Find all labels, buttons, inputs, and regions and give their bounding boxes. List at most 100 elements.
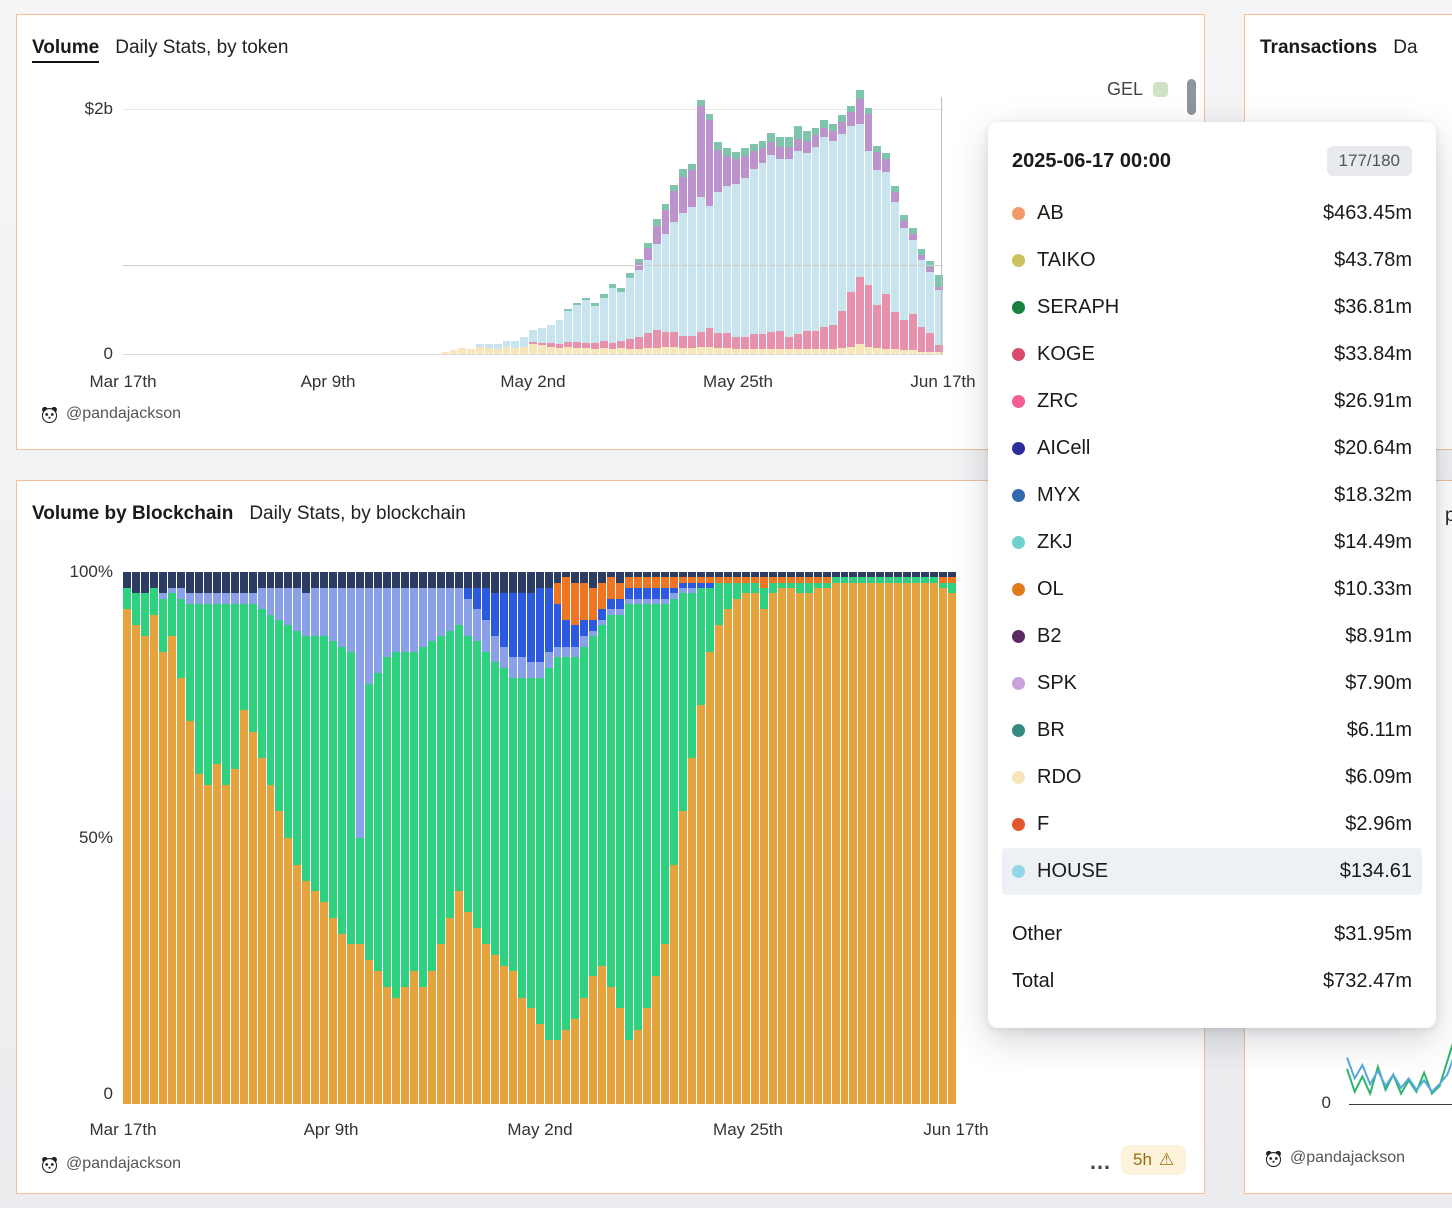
volume-bar[interactable] bbox=[238, 97, 246, 354]
volume-bar[interactable] bbox=[511, 97, 519, 354]
blockchain-bar[interactable] bbox=[374, 572, 382, 1104]
volume-bar[interactable] bbox=[617, 97, 625, 354]
blockchain-bar[interactable] bbox=[787, 572, 795, 1104]
volume-bar[interactable] bbox=[441, 97, 449, 354]
blockchain-bar[interactable] bbox=[580, 572, 588, 1104]
staleness-badge[interactable]: 5h ⚠ bbox=[1121, 1145, 1186, 1175]
blockchain-bar[interactable] bbox=[527, 572, 535, 1104]
volume-bar[interactable] bbox=[812, 97, 820, 354]
volume-bar[interactable] bbox=[503, 97, 511, 354]
blockchain-bar[interactable] bbox=[222, 572, 230, 1104]
blockchain-bar[interactable] bbox=[329, 572, 337, 1104]
volume-bar[interactable] bbox=[167, 97, 175, 354]
blockchain-bar[interactable] bbox=[204, 572, 212, 1104]
blockchain-bar[interactable] bbox=[195, 572, 203, 1104]
blockchain-bar[interactable] bbox=[123, 572, 131, 1104]
blockchain-bar[interactable] bbox=[715, 572, 723, 1104]
blockchain-bar[interactable] bbox=[930, 572, 938, 1104]
blockchain-bar[interactable] bbox=[473, 572, 481, 1104]
blockchain-bar[interactable] bbox=[939, 572, 947, 1104]
volume-bar[interactable] bbox=[582, 97, 590, 354]
blockchain-bar[interactable] bbox=[258, 572, 266, 1104]
volume-bar[interactable] bbox=[776, 97, 784, 354]
blockchain-bar[interactable] bbox=[231, 572, 239, 1104]
volume-bar[interactable] bbox=[714, 97, 722, 354]
blockchain-bar[interactable] bbox=[867, 572, 875, 1104]
blockchain-bar[interactable] bbox=[249, 572, 257, 1104]
blockchain-bar[interactable] bbox=[769, 572, 777, 1104]
volume-bar[interactable] bbox=[485, 97, 493, 354]
blockchain-bar[interactable] bbox=[150, 572, 158, 1104]
blockchain-bar[interactable] bbox=[464, 572, 472, 1104]
blockchain-bar[interactable] bbox=[338, 572, 346, 1104]
blockchain-bar[interactable] bbox=[132, 572, 140, 1104]
volume-bar[interactable] bbox=[432, 97, 440, 354]
volume-bar[interactable] bbox=[820, 97, 828, 354]
volume-bar[interactable] bbox=[635, 97, 643, 354]
volume-bar[interactable] bbox=[759, 97, 767, 354]
volume-bar[interactable] bbox=[291, 97, 299, 354]
blockchain-bar[interactable] bbox=[921, 572, 929, 1104]
volume-bar[interactable] bbox=[882, 97, 890, 354]
blockchain-bar[interactable] bbox=[267, 572, 275, 1104]
blockchain-bar[interactable] bbox=[670, 572, 678, 1104]
blockchain-bar[interactable] bbox=[607, 572, 615, 1104]
volume-bar[interactable] bbox=[282, 97, 290, 354]
blockchain-bar[interactable] bbox=[545, 572, 553, 1104]
volume-bar[interactable] bbox=[679, 97, 687, 354]
volume-bar[interactable] bbox=[626, 97, 634, 354]
blockchain-bar[interactable] bbox=[832, 572, 840, 1104]
volume-bar[interactable] bbox=[529, 97, 537, 354]
volume-bar[interactable] bbox=[476, 97, 484, 354]
blockchain-bar[interactable] bbox=[482, 572, 490, 1104]
blockchain-bar[interactable] bbox=[356, 572, 364, 1104]
blockchain-bar[interactable] bbox=[347, 572, 355, 1104]
volume-bar[interactable] bbox=[891, 97, 899, 354]
blockchain-bar[interactable] bbox=[643, 572, 651, 1104]
blockchain-bar[interactable] bbox=[876, 572, 884, 1104]
volume-bar[interactable] bbox=[732, 97, 740, 354]
volume-bar[interactable] bbox=[538, 97, 546, 354]
volume-bar[interactable] bbox=[723, 97, 731, 354]
blockchain-bar[interactable] bbox=[455, 572, 463, 1104]
blockchain-bar[interactable] bbox=[554, 572, 562, 1104]
blockchain-bar[interactable] bbox=[841, 572, 849, 1104]
blockchain-bar[interactable] bbox=[661, 572, 669, 1104]
volume-bar[interactable] bbox=[123, 97, 131, 354]
volume-bar[interactable] bbox=[653, 97, 661, 354]
volume-bar[interactable] bbox=[370, 97, 378, 354]
volume-bar[interactable] bbox=[220, 97, 228, 354]
volume-bar[interactable] bbox=[564, 97, 572, 354]
blockchain-bar[interactable] bbox=[509, 572, 517, 1104]
blockchain-bar[interactable] bbox=[275, 572, 283, 1104]
volume-bar[interactable] bbox=[194, 97, 202, 354]
volume-bar[interactable] bbox=[273, 97, 281, 354]
blockchain-bar[interactable] bbox=[760, 572, 768, 1104]
blockchain-bar[interactable] bbox=[589, 572, 597, 1104]
blockchain-bar[interactable] bbox=[293, 572, 301, 1104]
blockchain-bar[interactable] bbox=[168, 572, 176, 1104]
blockchain-bar[interactable] bbox=[778, 572, 786, 1104]
blockchain-bar[interactable] bbox=[724, 572, 732, 1104]
blockchain-bar[interactable] bbox=[302, 572, 310, 1104]
volume-bar[interactable] bbox=[264, 97, 272, 354]
blockchain-bar[interactable] bbox=[536, 572, 544, 1104]
blockchain-bar[interactable] bbox=[823, 572, 831, 1104]
volume-bar[interactable] bbox=[803, 97, 811, 354]
attribution[interactable]: @pandajackson bbox=[1265, 1149, 1405, 1167]
volume-bar[interactable] bbox=[458, 97, 466, 354]
blockchain-bar[interactable] bbox=[428, 572, 436, 1104]
blockchain-bar[interactable] bbox=[679, 572, 687, 1104]
blockchain-bar[interactable] bbox=[688, 572, 696, 1104]
blockchain-bar[interactable] bbox=[365, 572, 373, 1104]
volume-bar[interactable] bbox=[609, 97, 617, 354]
blockchain-bar[interactable] bbox=[903, 572, 911, 1104]
volume-bar[interactable] bbox=[926, 97, 934, 354]
volume-bar[interactable] bbox=[520, 97, 528, 354]
volume-bar[interactable] bbox=[847, 97, 855, 354]
volume-bar[interactable] bbox=[556, 97, 564, 354]
volume-bar[interactable] bbox=[644, 97, 652, 354]
volume-bar[interactable] bbox=[918, 97, 926, 354]
volume-bar[interactable] bbox=[900, 97, 908, 354]
volume-bar[interactable] bbox=[176, 97, 184, 354]
